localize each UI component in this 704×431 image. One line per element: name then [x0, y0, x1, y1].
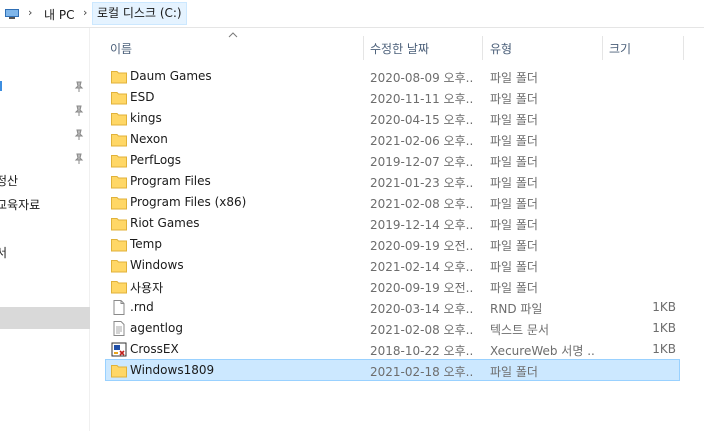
- file-row[interactable]: Daum Games 2020-08-09 오후... 파일 폴더: [106, 66, 680, 87]
- column-header-size[interactable]: 크기: [609, 40, 631, 57]
- address-bar: › 내 PC › 로컬 디스크 (C:): [0, 0, 704, 28]
- folder-icon: [111, 239, 127, 252]
- certificate-file-icon: [111, 342, 127, 357]
- pin-icon: [74, 153, 84, 164]
- column-divider[interactable]: [602, 36, 603, 60]
- column-header-type[interactable]: 유형: [490, 40, 512, 57]
- column-divider[interactable]: [482, 36, 483, 60]
- file-row[interactable]: Windows 2021-02-14 오후... 파일 폴더: [106, 255, 680, 276]
- file-row[interactable]: Riot Games 2019-12-14 오후... 파일 폴더: [106, 213, 680, 234]
- folder-icon: [111, 155, 127, 168]
- file-row-selected[interactable]: Windows1809 2021-02-18 오후... 파일 폴더: [105, 359, 680, 381]
- folder-icon: [111, 260, 127, 273]
- column-divider[interactable]: [683, 36, 684, 60]
- file-row[interactable]: Temp 2020-09-19 오전... 파일 폴더: [106, 234, 680, 255]
- folder-icon: [111, 365, 127, 378]
- nav-item-pinned-4[interactable]: [0, 148, 90, 170]
- breadcrumb-local-disk[interactable]: 로컬 디스크 (C:): [92, 2, 187, 25]
- pin-icon: [74, 81, 84, 92]
- folder-icon: [111, 197, 127, 210]
- computer-icon: [5, 9, 19, 19]
- nav-item-pinned-3[interactable]: [0, 124, 90, 146]
- folder-icon: [111, 92, 127, 105]
- file-row[interactable]: kings 2020-04-15 오후... 파일 폴더: [106, 108, 680, 129]
- nav-item-pinned-2[interactable]: [0, 100, 90, 122]
- nav-item-local-disk[interactable]: [0, 307, 90, 329]
- file-row[interactable]: PerfLogs 2019-12-07 오후... 파일 폴더: [106, 150, 680, 171]
- column-header-name[interactable]: 이름: [110, 40, 132, 57]
- nav-item-settlement[interactable]: 정산: [0, 170, 90, 192]
- folder-icon: [111, 281, 127, 294]
- file-row[interactable]: .rnd 2020-03-14 오후... RND 파일 1KB: [106, 297, 680, 318]
- file-row[interactable]: 사용자 2020-09-19 오전... 파일 폴더: [106, 276, 680, 297]
- breadcrumb-separator-icon[interactable]: ›: [28, 6, 32, 19]
- file-row[interactable]: Program Files 2021-01-23 오후... 파일 폴더: [106, 171, 680, 192]
- file-row[interactable]: CrossEX 2018-10-22 오후... XecureWeb 서명 ..…: [106, 339, 680, 360]
- folder-icon: [111, 218, 127, 231]
- file-row[interactable]: ESD 2020-11-11 오후... 파일 폴더: [106, 87, 680, 108]
- nav-item-documents[interactable]: 서: [0, 242, 90, 264]
- navigation-pane: 정산 교육자료 서: [0, 28, 90, 431]
- text-file-icon: [113, 321, 125, 336]
- folder-icon: [111, 134, 127, 147]
- pin-icon: [74, 129, 84, 140]
- sort-ascending-icon: [228, 32, 238, 38]
- nav-item-training-materials[interactable]: 교육자료: [0, 194, 90, 216]
- column-header-date[interactable]: 수정한 날짜: [370, 40, 429, 57]
- breadcrumb-separator-icon[interactable]: ›: [83, 6, 87, 19]
- folder-icon: [111, 113, 127, 126]
- folder-icon: [111, 176, 127, 189]
- file-row[interactable]: agentlog 2021-02-08 오후... 텍스트 문서 1KB: [106, 318, 680, 339]
- file-row[interactable]: Nexon 2021-02-06 오후... 파일 폴더: [106, 129, 680, 150]
- file-row[interactable]: Program Files (x86) 2021-02-08 오후... 파일 …: [106, 192, 680, 213]
- breadcrumb-this-pc[interactable]: 내 PC: [42, 6, 76, 23]
- pin-icon: [74, 105, 84, 116]
- column-divider[interactable]: [363, 36, 364, 60]
- blank-file-icon: [113, 300, 125, 315]
- folder-icon: [111, 71, 127, 84]
- nav-item-pinned-1[interactable]: [0, 76, 90, 98]
